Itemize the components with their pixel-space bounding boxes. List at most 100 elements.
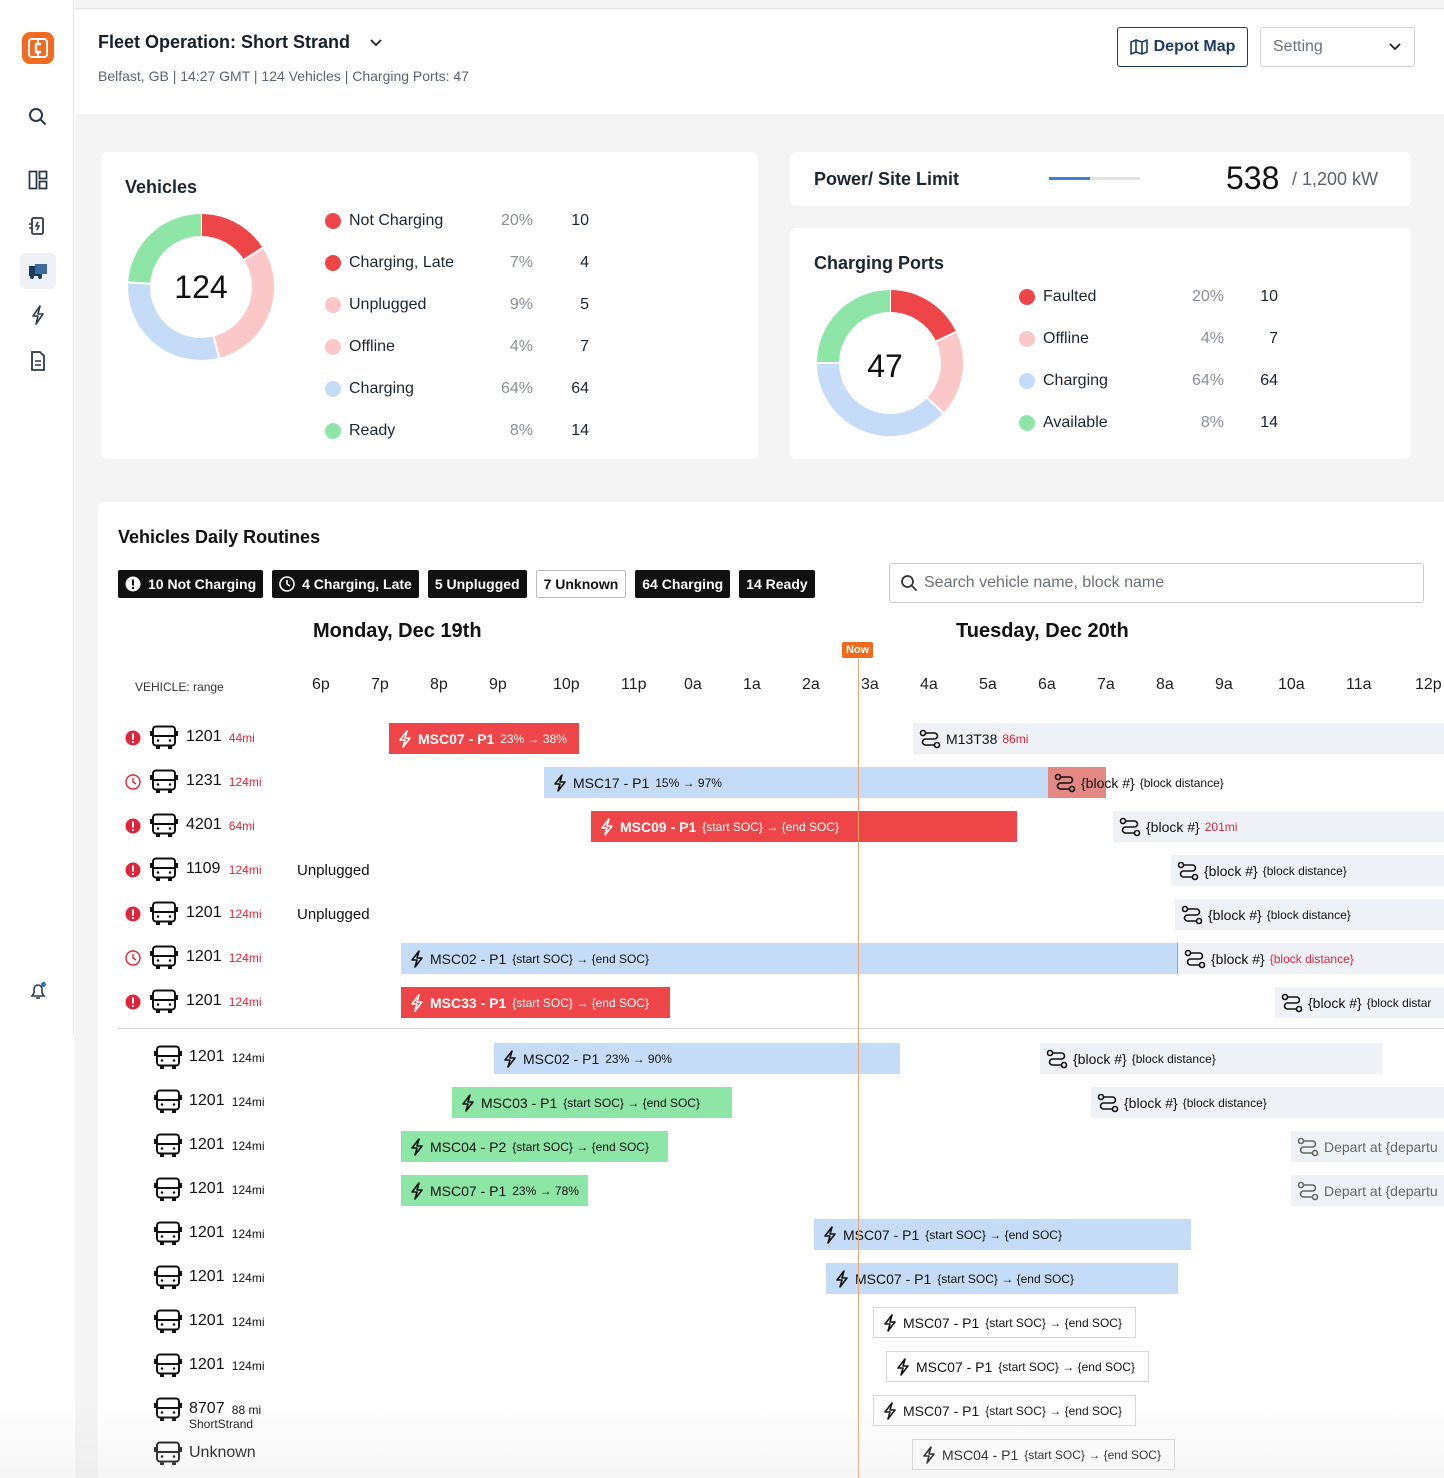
table-row[interactable]: 1201 124mi MSC07 - P1 {start SOC} → {end SO… [98,1349,1444,1383]
vehicle-name[interactable]: 1231 [186,772,222,790]
depot-map-button[interactable]: Depot Map [1117,27,1248,67]
block-assignment[interactable]: {block #} {block distar [1275,987,1444,1018]
table-row[interactable]: 1201 124mi MSC07 - P1 23% → 78% Depart at {d… [98,1173,1444,1207]
vehicle-name[interactable]: 1201 [189,1268,225,1286]
table-row[interactable]: 1201 124mi MSC03 - P1 {start SOC} → {end SO… [98,1085,1444,1119]
block-assignment[interactable]: Depart at {departu [1291,1175,1444,1206]
charging-session-bar[interactable]: MSC07 - P1 {start SOC} → {end SOC} [814,1219,1191,1250]
charging-session-bar[interactable]: MSC04 - P2 {start SOC} → {end SOC} [401,1131,668,1162]
table-row[interactable]: 1201 124mi MSC33 - P1 {start SOC} → {end SO… [98,985,1444,1019]
block-name: Depart at {departu [1324,1138,1438,1155]
bus-icon [154,1177,182,1203]
filter-chip[interactable]: 10 Not Charging [118,570,264,598]
vehicle-name[interactable]: 1201 [189,1356,225,1374]
legend-item: Not Charging 20% 10 [325,209,589,233]
app-logo[interactable] [22,32,54,64]
vehicle-name[interactable]: 1201 [186,992,222,1010]
vehicle-range: 44mi [228,731,255,745]
table-row[interactable]: 1201 124mi MSC07 - P1 {start SOC} → {end SO… [98,1217,1444,1251]
block-assignment[interactable]: {block #} {block distance} [1171,855,1444,886]
vehicle-name[interactable]: 1201 [189,1180,225,1198]
vehicle-name[interactable]: 1201 [186,904,222,922]
vehicle-name[interactable]: 1201 [186,948,222,966]
block-name: {block #} [1124,1094,1178,1111]
bell-icon[interactable] [20,973,56,1009]
page-title[interactable]: Fleet Operation: Short Strand [98,32,383,53]
bus-icon [154,1045,182,1071]
vehicles-daily-routines: Vehicles Daily Routines 10 Not Charging 4… [98,502,1444,1478]
table-row[interactable]: 1201 124mi MSC04 - P2 {start SOC} → {end SO… [98,1129,1444,1163]
charger-icon[interactable] [20,208,56,244]
table-row[interactable]: 1201 124mi MSC07 - P1 {start SOC} → {end SO… [98,1305,1444,1339]
charging-session-bar[interactable]: MSC07 - P1 23% → 38% [389,723,579,754]
table-row[interactable]: 1201 124mi MSC02 - P1 {start SOC} → {end SO… [98,941,1444,975]
table-row[interactable]: 1109 124mi Unplugged {block #} {block distan… [98,853,1444,887]
document-icon[interactable] [20,343,56,379]
charging-session-bar[interactable]: MSC02 - P1 {start SOC} → {end SOC} [401,943,1177,974]
charging-session-bar[interactable]: MSC09 - P1 {start SOC} → {end SOC} [591,811,1017,842]
search-icon[interactable] [20,99,56,135]
vehicles-card: Vehicles 124 Not Charging 20% 10 Charging, … [101,152,758,459]
table-row[interactable]: 1201 124mi MSC07 - P1 {start SOC} → {end SO… [98,1261,1444,1295]
filter-chip[interactable]: 64 Charging [635,570,731,598]
vehicle-name[interactable]: 1201 [189,1092,225,1110]
block-assignment[interactable]: {block #} 201mi [1113,811,1444,842]
bus-icon[interactable] [20,253,56,289]
block-name: {block #} [1211,950,1265,967]
vehicle-name[interactable]: 1201 [189,1312,225,1330]
search-input[interactable]: Search vehicle name, block name [889,563,1424,603]
bolt-icon [503,1049,517,1068]
late-clock-icon [125,774,141,790]
block-assignment[interactable]: {block #} {block distance} [1175,899,1444,930]
block-assignment[interactable]: {block #} {block distance} [1178,943,1444,974]
vehicle-name[interactable]: 1201 [189,1048,225,1066]
charging-session-bar[interactable]: MSC33 - P1 {start SOC} → {end SOC} [401,987,670,1018]
block-name: {block #} [1204,862,1258,879]
time-tick: 7p [371,676,389,693]
time-tick: 7a [1097,676,1115,693]
session-name: MSC17 - P1 [573,774,650,791]
filter-chip[interactable]: 5 Unplugged [427,570,527,598]
vehicle-range: 124mi [231,1315,265,1329]
legend-item: Charging 64% 64 [1019,369,1278,393]
time-tick: 6a [1038,676,1056,693]
legend-dot [325,297,341,313]
charging-session-bar[interactable]: MSC02 - P1 23% → 90% [494,1043,900,1074]
charging-session-bar[interactable]: MSC07 - P1 23% → 78% [401,1175,588,1206]
alert-status-icon [125,730,141,746]
block-assignment[interactable]: M13T38 86mi [913,723,1444,754]
filter-chip[interactable]: 4 Charging, Late [272,570,419,598]
block-assignment[interactable]: Depart at {departu [1291,1131,1444,1162]
session-name: MSC07 - P1 [903,1314,980,1331]
block-assignment[interactable]: {block #} {block distance} [1048,767,1444,798]
bolt-icon [410,993,424,1012]
route-icon [1281,993,1303,1013]
dashboard-icon[interactable] [20,162,56,198]
table-row[interactable]: 1201 124mi Unplugged {block #} {block distan… [98,897,1444,931]
table-row[interactable]: 1201 44mi MSC07 - P1 23% → 38% M13T38 86mi [98,721,1444,755]
vehicle-name[interactable]: 1201 [189,1224,225,1242]
bolt-icon[interactable] [20,297,56,333]
vehicle-name[interactable]: 1201 [186,728,222,746]
block-assignment[interactable]: {block #} {block distance} [1091,1087,1444,1118]
table-row[interactable]: 1231 124mi MSC17 - P1 15% → 97% {block #} {bl… [98,765,1444,799]
setting-select[interactable]: Setting [1260,27,1415,67]
filter-chip[interactable]: 14 Ready [739,570,815,598]
charging-session-bar[interactable]: MSC03 - P1 {start SOC} → {end SOC} [452,1087,732,1118]
table-row[interactable]: 1201 124mi MSC02 - P1 23% → 90% {block #} {bl… [98,1041,1444,1075]
power-value: 538 [1226,160,1280,196]
charging-session-bar[interactable]: MSC07 - P1 {start SOC} → {end SOC} [826,1263,1178,1294]
charging-session-bar[interactable]: MSC17 - P1 15% → 97% [544,767,1049,798]
route-icon [1177,861,1199,881]
charging-session-bar[interactable]: MSC07 - P1 {start SOC} → {end SOC} [873,1307,1136,1338]
vehicle-name[interactable]: 4201 [186,816,222,834]
session-soc: 23% → 38% [500,731,567,746]
bus-icon [154,1309,182,1335]
chevron-down-icon[interactable] [369,38,383,48]
vehicle-name[interactable]: 1109 [186,860,220,878]
table-row[interactable]: 4201 64mi MSC09 - P1 {start SOC} → {end SOC… [98,809,1444,843]
block-assignment[interactable]: {block #} {block distance} [1040,1043,1382,1074]
filter-chip[interactable]: 7 Unknown [535,570,627,598]
vehicle-name[interactable]: 1201 [189,1136,225,1154]
charging-session-bar[interactable]: MSC07 - P1 {start SOC} → {end SOC} [886,1351,1149,1382]
